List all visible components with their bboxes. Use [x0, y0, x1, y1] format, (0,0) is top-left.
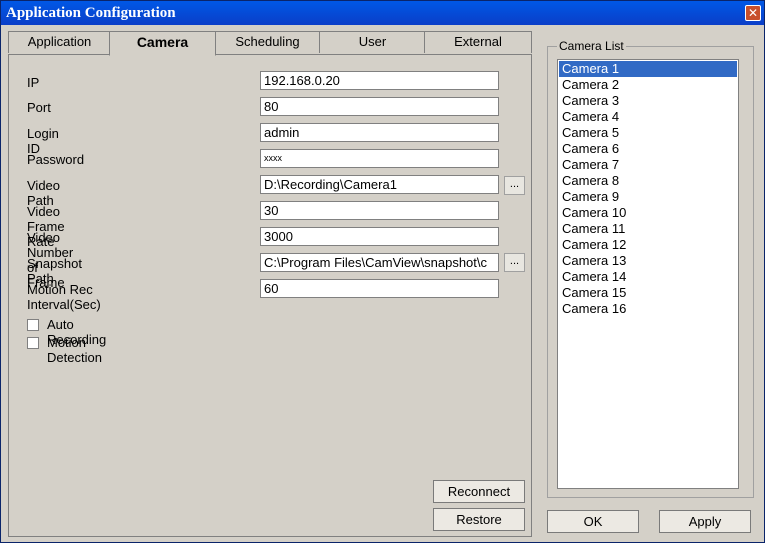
camera-list-item[interactable]: Camera 5: [559, 125, 737, 141]
tab-camera[interactable]: Camera: [109, 31, 216, 56]
camera-list-item[interactable]: Camera 16: [559, 301, 737, 317]
camera-list[interactable]: Camera 1 Camera 2 Camera 3 Camera 4 Came…: [557, 59, 739, 489]
camera-list-item[interactable]: Camera 12: [559, 237, 737, 253]
apply-button[interactable]: Apply: [659, 510, 751, 533]
camera-list-item[interactable]: Camera 2: [559, 77, 737, 93]
camera-list-item[interactable]: Camera 1: [559, 61, 737, 77]
window-title: Application Configuration: [6, 5, 176, 21]
camera-list-item[interactable]: Camera 13: [559, 253, 737, 269]
motion-detection-checkbox[interactable]: [27, 337, 39, 349]
video-path-field[interactable]: D:\Recording\Camera1: [260, 175, 499, 194]
port-field[interactable]: 80: [260, 97, 499, 116]
camera-list-item[interactable]: Camera 15: [559, 285, 737, 301]
video-frame-rate-field[interactable]: 30: [260, 201, 499, 220]
ip-label: IP: [27, 75, 40, 90]
camera-list-item[interactable]: Camera 7: [559, 157, 737, 173]
restore-button[interactable]: Restore: [433, 508, 525, 531]
snapshot-path-field[interactable]: C:\Program Files\CamView\snapshot\c: [260, 253, 499, 272]
password-field[interactable]: xxxx: [260, 149, 499, 168]
auto-recording-checkbox[interactable]: [27, 319, 39, 331]
camera-list-item[interactable]: Camera 14: [559, 269, 737, 285]
reconnect-button[interactable]: Reconnect: [433, 480, 525, 503]
password-label: Password: [27, 152, 85, 167]
tab-scheduling[interactable]: Scheduling: [214, 31, 321, 53]
ok-button[interactable]: OK: [547, 510, 639, 533]
camera-list-item[interactable]: Camera 8: [559, 173, 737, 189]
snapshot-path-browse-button[interactable]: ...: [504, 253, 525, 272]
camera-list-item[interactable]: Camera 10: [559, 205, 737, 221]
camera-list-item[interactable]: Camera 11: [559, 221, 737, 237]
ip-field[interactable]: 192.168.0.20: [260, 71, 499, 90]
video-number-of-frame-field[interactable]: 3000: [260, 227, 499, 246]
app-config-window: Application Configuration ✕ Application …: [0, 0, 765, 543]
video-path-browse-button[interactable]: ...: [504, 176, 525, 195]
tab-external[interactable]: External: [424, 31, 532, 53]
motion-rec-interval-label: Motion Rec Interval(Sec): [27, 282, 101, 312]
port-label: Port: [27, 100, 51, 115]
tab-user[interactable]: User: [319, 31, 426, 53]
camera-list-item[interactable]: Camera 4: [559, 109, 737, 125]
camera-list-title: Camera List: [557, 39, 626, 53]
camera-list-item[interactable]: Camera 9: [559, 189, 737, 205]
motion-detection-label: Motion Detection: [47, 335, 102, 365]
motion-rec-interval-field[interactable]: 60: [260, 279, 499, 298]
close-icon[interactable]: ✕: [745, 5, 761, 21]
title-bar[interactable]: Application Configuration ✕: [1, 1, 764, 25]
login-id-field[interactable]: admin: [260, 123, 499, 142]
camera-list-item[interactable]: Camera 6: [559, 141, 737, 157]
camera-list-item[interactable]: Camera 3: [559, 93, 737, 109]
tab-application[interactable]: Application: [8, 31, 111, 53]
